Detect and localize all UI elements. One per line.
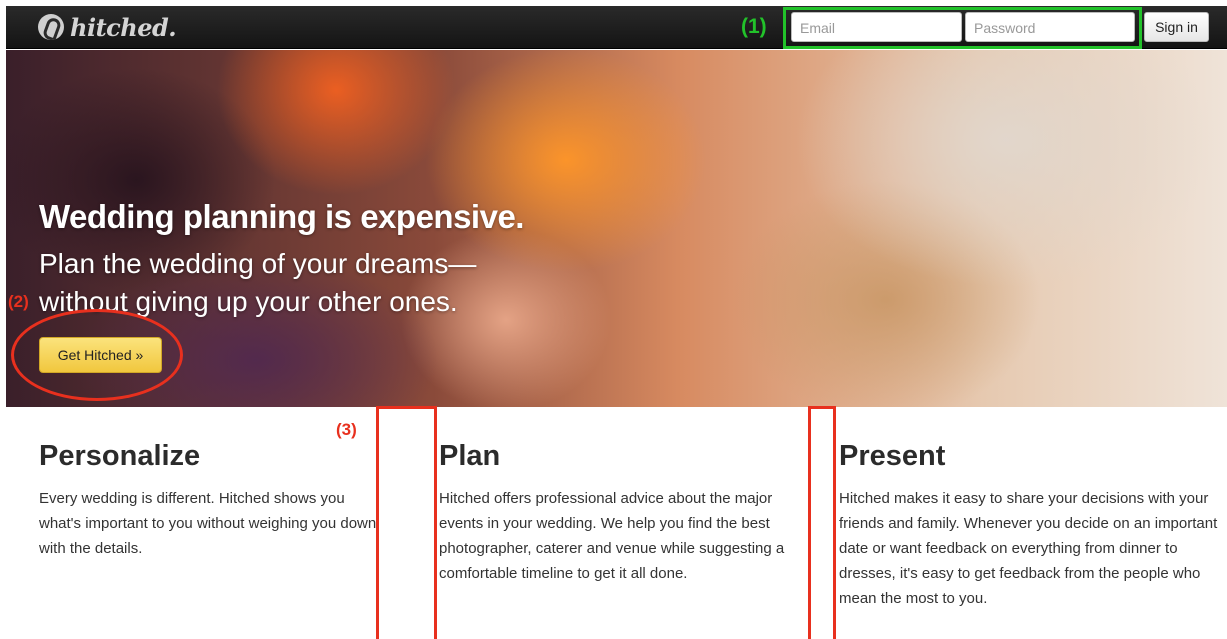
feature-personalize: Personalize Every wedding is different. … <box>39 440 384 561</box>
feature-present: Present Hitched makes it easy to share y… <box>839 440 1219 611</box>
hero-headline: Wedding planning is expensive. <box>39 198 524 235</box>
feature-title: Present <box>839 440 946 472</box>
feature-body: Hitched makes it easy to share your deci… <box>839 490 1218 607</box>
email-input[interactable]: Email <box>791 12 962 42</box>
annotation-3: (3) <box>336 420 357 439</box>
feature-body: Hitched offers professional advice about… <box>439 490 785 582</box>
feature-plan: Plan Hitched offers professional advice … <box>439 440 814 586</box>
feature-title: Plan <box>439 440 501 472</box>
annotation-1: (1) <box>741 15 767 38</box>
hitched-logo-icon <box>38 14 64 40</box>
feature-body: Every wedding is different. Hitched show… <box>39 490 377 557</box>
brand-link[interactable]: hitched. <box>38 12 177 42</box>
brand-name: hitched. <box>70 12 177 42</box>
sign-in-button[interactable]: Sign in <box>1144 12 1209 42</box>
get-hitched-button[interactable]: Get Hitched » <box>39 337 162 373</box>
password-input[interactable]: Password <box>965 12 1135 42</box>
hero-banner: Wedding planning is expensive. Plan the … <box>6 50 1227 407</box>
gutter-highlight-right <box>808 406 836 639</box>
annotation-2: (2) <box>8 292 29 311</box>
gutter-highlight-left <box>376 406 437 639</box>
feature-title: Personalize <box>39 440 201 472</box>
